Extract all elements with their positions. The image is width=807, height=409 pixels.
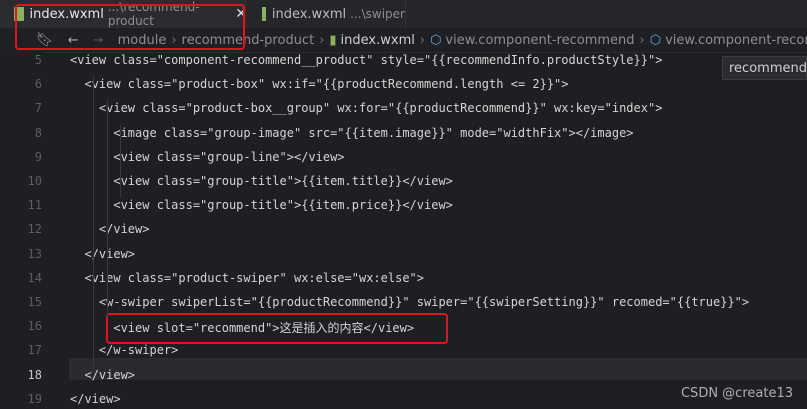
code-line[interactable]: </view> (70, 392, 121, 406)
chevron-right-icon: › (319, 32, 325, 48)
highlight-box-tab (15, 4, 245, 50)
line-number: 7 (34, 101, 42, 116)
line-number: 10 (27, 174, 42, 188)
element-icon: ⬡ (649, 32, 662, 48)
line-number: 19 (27, 391, 42, 406)
tab-swiper[interactable]: index.wxml ...\swiper (248, 0, 406, 28)
line-number: 8 (34, 125, 42, 140)
code-line[interactable]: <w-swiper swiperList="{{productRecommend… (70, 295, 749, 309)
breadcrumb-element[interactable]: view.component-recommend (665, 33, 807, 48)
current-line-highlight (69, 358, 807, 380)
line-number: 13 (27, 246, 42, 261)
line-number: 17 (27, 343, 42, 358)
line-number: 6 (34, 77, 42, 92)
line-number: 11 (27, 198, 42, 213)
code-line[interactable]: </w-swiper> (70, 343, 178, 357)
breadcrumb-element[interactable]: view.component-recommend (445, 33, 634, 48)
chevron-right-icon: › (639, 32, 645, 48)
breadcrumb-file[interactable]: index.wxml (341, 33, 415, 48)
line-number: 14 (27, 270, 42, 285)
code-line[interactable]: <view class="group-line"></view> (70, 150, 344, 164)
line-number: 18 (27, 367, 42, 382)
tab-file-path: ...\swiper (350, 7, 405, 21)
watermark: CSDN @create13 (680, 386, 793, 401)
code-line[interactable]: <view class="product-box" wx:if="{{produ… (70, 77, 568, 91)
code-line[interactable]: <view slot="recommend">这是插入的内容</view> (70, 319, 414, 336)
indent-guide (93, 76, 94, 367)
line-number: 9 (34, 149, 42, 164)
code-line[interactable]: <view class="group-title">{{item.price}}… (70, 198, 453, 212)
code-line[interactable]: <view class="group-title">{{item.title}}… (70, 174, 453, 188)
element-icon: ⬡ (430, 32, 442, 48)
code-line[interactable]: </view> (70, 222, 150, 236)
code-line[interactable]: </view> (70, 247, 135, 261)
indent-guide (120, 124, 121, 198)
line-number: 16 (27, 319, 42, 334)
indent-guide (107, 100, 108, 319)
line-number: 5 (34, 53, 42, 67)
file-icon: ▮ (329, 32, 337, 48)
wxml-file-icon (262, 7, 266, 21)
chevron-right-icon: › (419, 32, 426, 48)
line-number: 15 (27, 295, 42, 309)
structure-hint[interactable]: recommend (722, 56, 807, 80)
tab-file-name: index.wxml (271, 6, 347, 22)
code-line[interactable]: </view> (70, 368, 135, 382)
line-number: 12 (27, 222, 42, 237)
code-line[interactable]: <view class="product-box__group" wx:for=… (70, 101, 663, 115)
code-line[interactable]: <image class="group-image" src="{{item.i… (70, 126, 633, 140)
code-line[interactable]: <view class="component-recommend__produc… (70, 53, 662, 67)
code-line[interactable]: <view class="product-swiper" wx:else="wx… (70, 271, 424, 285)
